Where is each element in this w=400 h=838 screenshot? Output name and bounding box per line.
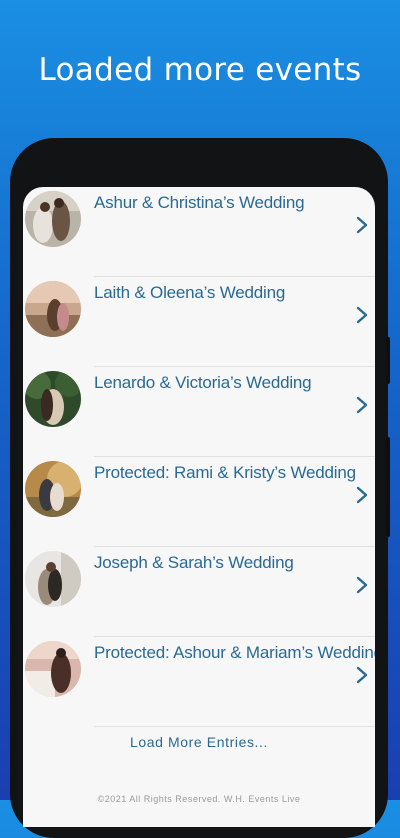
couple-photo-icon [25,461,81,517]
divider [94,726,375,727]
event-list-item[interactable]: Protected: Ashour & Mariam’s Wedding [23,637,375,727]
couple-photo-icon [25,281,81,337]
chevron-right-icon [356,666,368,684]
phone-volume-button [386,437,390,537]
chevron-right-icon [356,216,368,234]
chevron-right-icon [356,576,368,594]
event-title: Protected: Rami & Kristy’s Wedding [94,463,356,482]
event-list: Ashur & Christina’s Wedding Laith & Olee… [23,187,375,727]
chevron-right-icon [356,396,368,414]
phone-side-button [386,337,390,384]
couple-photo-icon [25,371,81,427]
event-list-item[interactable]: Ashur & Christina’s Wedding [23,187,375,277]
promo-headline: Loaded more events [38,52,362,88]
chevron-right-icon [356,306,368,324]
couple-photo-icon [25,641,81,697]
event-list-item[interactable]: Lenardo & Victoria’s Wedding [23,367,375,457]
event-list-item[interactable]: Protected: Rami & Kristy’s Wedding [23,457,375,547]
event-title: Joseph & Sarah’s Wedding [94,553,294,572]
load-more-button[interactable]: Load More Entries... [23,734,375,750]
event-list-item[interactable]: Joseph & Sarah’s Wedding [23,547,375,637]
event-list-item[interactable]: Laith & Oleena’s Wedding [23,277,375,367]
copyright-footer: ©2021 All Rights Reserved. W.H. Events L… [97,794,301,804]
event-title: Protected: Ashour & Mariam’s Wedding [94,643,375,662]
chevron-right-icon [356,486,368,504]
event-title: Ashur & Christina’s Wedding [94,193,305,212]
couple-photo-icon [25,191,81,247]
event-title: Laith & Oleena’s Wedding [94,283,286,302]
app-screen: Ashur & Christina’s Wedding Laith & Olee… [23,187,375,827]
couple-photo-icon [25,551,81,607]
event-title: Lenardo & Victoria’s Wedding [94,373,312,392]
